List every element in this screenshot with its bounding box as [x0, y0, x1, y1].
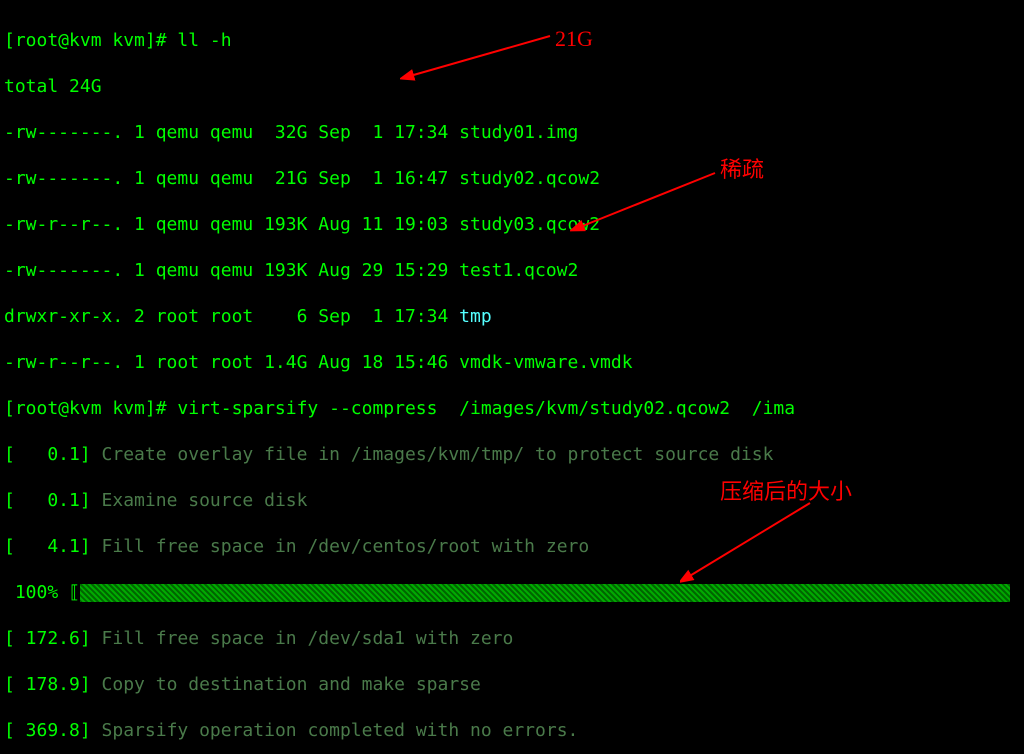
file-row: -rw-r--r--. 1 qemu qemu 193K Aug 11 19:0…	[4, 213, 1020, 236]
prompt: [root@kvm kvm]#	[4, 30, 177, 51]
log-msg: Fill free space in /dev/sda1 with zero	[102, 628, 514, 649]
file-row: -rw-r--r--. 1 root root 1.4G Aug 18 15:4…	[4, 351, 1020, 374]
log-line: [ 172.6] Fill free space in /dev/sda1 wi…	[4, 627, 1020, 650]
terminal-window[interactable]: [root@kvm kvm]# ll -h total 24G -rw-----…	[0, 0, 1024, 754]
timestamp: [ 4.1]	[4, 536, 102, 557]
file-row: -rw-------. 1 qemu qemu 193K Aug 29 15:2…	[4, 259, 1020, 282]
file-row: -rw-------. 1 qemu qemu 32G Sep 1 17:34 …	[4, 121, 1020, 144]
timestamp: [ 172.6]	[4, 628, 102, 649]
timestamp: [ 0.1]	[4, 444, 102, 465]
progress-line: 100% ⟦	[4, 581, 1020, 604]
log-msg: Sparsify operation completed with no err…	[102, 720, 579, 741]
dir-perms: drwxr-xr-x. 2 root root 6 Sep 1 17:34	[4, 306, 459, 327]
dir-row: drwxr-xr-x. 2 root root 6 Sep 1 17:34 tm…	[4, 305, 1020, 328]
prompt-line: [root@kvm kvm]# virt-sparsify --compress…	[4, 397, 1020, 420]
prompt: [root@kvm kvm]#	[4, 398, 177, 419]
command: virt-sparsify --compress /images/kvm/stu…	[177, 398, 795, 419]
progress-label: 100% ⟦	[4, 582, 80, 603]
dir-name: tmp	[459, 306, 492, 327]
timestamp: [ 369.8]	[4, 720, 102, 741]
total-line: total 24G	[4, 75, 1020, 98]
progress-bar	[80, 584, 1010, 602]
log-msg: Create overlay file in /images/kvm/tmp/ …	[102, 444, 774, 465]
log-line: [ 369.8] Sparsify operation completed wi…	[4, 719, 1020, 742]
log-line: [ 0.1] Create overlay file in /images/kv…	[4, 443, 1020, 466]
log-line: [ 178.9] Copy to destination and make sp…	[4, 673, 1020, 696]
timestamp: [ 0.1]	[4, 490, 102, 511]
prompt-line: [root@kvm kvm]# ll -h	[4, 29, 1020, 52]
log-line: [ 4.1] Fill free space in /dev/centos/ro…	[4, 535, 1020, 558]
log-msg: Fill free space in /dev/centos/root with…	[102, 536, 590, 557]
command: ll -h	[177, 30, 231, 51]
log-line: [ 0.1] Examine source disk	[4, 489, 1020, 512]
file-row: -rw-------. 1 qemu qemu 21G Sep 1 16:47 …	[4, 167, 1020, 190]
timestamp: [ 178.9]	[4, 674, 102, 695]
log-msg: Copy to destination and make sparse	[102, 674, 481, 695]
log-msg: Examine source disk	[102, 490, 308, 511]
